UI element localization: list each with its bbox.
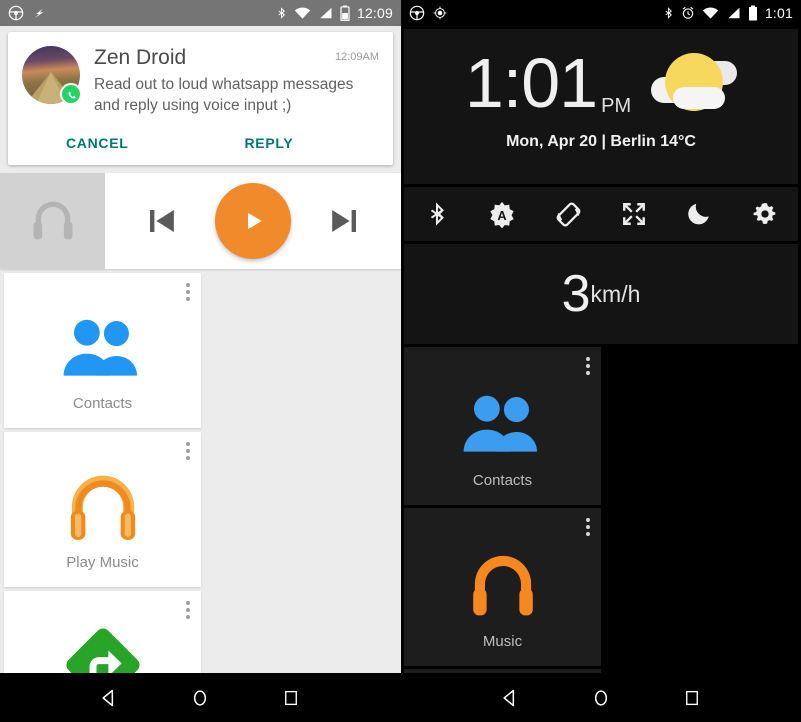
tile-overflow-menu[interactable] bbox=[186, 600, 190, 619]
cancel-button[interactable]: CANCEL bbox=[8, 135, 215, 151]
tile-overflow-menu[interactable] bbox=[186, 441, 190, 460]
bluetooth-toggle[interactable] bbox=[416, 193, 458, 235]
contacts-icon bbox=[60, 306, 146, 388]
quick-toggle-row: A bbox=[404, 187, 798, 241]
bluetooth-icon bbox=[426, 201, 448, 227]
right-nav-bar bbox=[401, 673, 801, 722]
back-button[interactable] bbox=[493, 681, 527, 715]
reply-button[interactable]: REPLY bbox=[215, 135, 394, 151]
left-status-bar-left-icons bbox=[8, 5, 45, 21]
speedometer-card: 3 km/h bbox=[404, 244, 798, 344]
previous-track-button[interactable] bbox=[139, 199, 183, 243]
steering-wheel-icon bbox=[8, 5, 24, 21]
tile-music[interactable]: Music bbox=[404, 508, 601, 666]
date-location-text: Mon, Apr 20 | Berlin 14°C bbox=[506, 133, 696, 150]
bluetooth-icon bbox=[663, 5, 674, 21]
clock-row: 1:01 PM bbox=[404, 29, 798, 119]
tile-play-music[interactable]: Play Music bbox=[4, 431, 201, 587]
signal-icon bbox=[318, 6, 333, 20]
tile-overflow-menu[interactable] bbox=[586, 357, 590, 375]
headphones-icon bbox=[57, 465, 149, 547]
tile-overflow-menu[interactable] bbox=[586, 518, 590, 536]
speed-value: 3 bbox=[561, 265, 591, 323]
notification-timestamp: 12:09AM bbox=[334, 51, 379, 63]
steering-wheel-icon bbox=[409, 5, 425, 21]
media-player-bar bbox=[0, 172, 401, 269]
battery-icon bbox=[340, 5, 350, 22]
left-status-bar-clock: 12:09 bbox=[356, 5, 393, 21]
right-panel-dark-theme: 1:01 1:01 PM Mon, Apr 20 | Berlin 14°C A… bbox=[401, 0, 801, 722]
notification-body: Zen Droid 12:09AM Read out to loud whats… bbox=[8, 32, 393, 123]
wifi-icon bbox=[702, 6, 719, 20]
tile-contacts[interactable]: Contacts bbox=[4, 272, 201, 428]
media-controls bbox=[105, 182, 401, 259]
gps-icon bbox=[433, 6, 447, 20]
rotation-toggle[interactable] bbox=[547, 193, 589, 235]
left-tile-grid: Contacts Play Music bbox=[0, 269, 401, 722]
brightness-auto-icon: A bbox=[488, 200, 516, 229]
notification-texts: Zen Droid 12:09AM Read out to loud whats… bbox=[94, 46, 379, 117]
recents-button[interactable] bbox=[675, 681, 709, 715]
panel-divider bbox=[401, 0, 402, 673]
notification-message: Read out to loud whatsapp messages and r… bbox=[94, 76, 354, 115]
night-mode-toggle[interactable] bbox=[678, 193, 720, 235]
back-button[interactable] bbox=[92, 681, 126, 715]
next-track-button[interactable] bbox=[323, 199, 367, 243]
right-status-bar-left-icons bbox=[409, 5, 447, 21]
left-status-bar-right-icons: 12:09 bbox=[276, 5, 393, 22]
left-status-bar: 12:09 bbox=[0, 0, 401, 26]
clock-time: 1:01 bbox=[464, 44, 598, 122]
right-status-bar: 1:01 bbox=[401, 0, 801, 26]
notification-header: Zen Droid 12:09AM bbox=[94, 46, 379, 69]
tile-label: Contacts bbox=[472, 472, 533, 489]
right-status-bar-right-icons: 1:01 bbox=[663, 5, 793, 21]
home-button[interactable] bbox=[183, 681, 217, 715]
fullscreen-icon bbox=[621, 201, 647, 227]
avatar bbox=[22, 46, 82, 105]
notification-app-name: Zen Droid bbox=[94, 46, 187, 69]
moon-icon bbox=[686, 201, 712, 227]
speed-unit: km/h bbox=[590, 280, 641, 307]
left-panel-light-theme: 12:09 Zen Droid 12:09AM Read out to loud… bbox=[0, 0, 401, 722]
home-button[interactable] bbox=[584, 681, 618, 715]
tile-label: Music bbox=[482, 633, 523, 650]
partly-cloudy-icon bbox=[651, 47, 738, 119]
screen-rotation-icon bbox=[555, 201, 582, 228]
notification-card[interactable]: Zen Droid 12:09AM Read out to loud whats… bbox=[8, 32, 393, 165]
settings-toggle[interactable] bbox=[744, 193, 786, 235]
tile-label: Contacts bbox=[72, 394, 133, 412]
left-nav-bar bbox=[0, 673, 401, 722]
navigation-bars bbox=[0, 673, 801, 722]
clock-display: 1:01 PM bbox=[465, 48, 631, 118]
dual-screenshot: 12:09 Zen Droid 12:09AM Read out to loud… bbox=[0, 0, 801, 722]
headphones-icon bbox=[27, 195, 79, 247]
bluetooth-icon bbox=[276, 5, 287, 21]
charging-bolt-icon bbox=[32, 6, 45, 21]
tile-overflow-menu[interactable] bbox=[186, 282, 190, 301]
play-button[interactable] bbox=[215, 182, 291, 259]
right-status-bar-clock: 1:01 bbox=[764, 5, 793, 21]
wifi-icon bbox=[294, 6, 311, 20]
battery-icon bbox=[748, 5, 758, 21]
cloud-front bbox=[673, 87, 726, 109]
headphones-icon bbox=[460, 543, 546, 625]
notification-area: Zen Droid 12:09AM Read out to loud whats… bbox=[0, 26, 401, 165]
whatsapp-badge bbox=[60, 83, 82, 105]
svg-text:A: A bbox=[498, 208, 507, 223]
fullscreen-toggle[interactable] bbox=[613, 193, 655, 235]
tile-contacts[interactable]: Contacts bbox=[404, 347, 601, 505]
notification-actions: CANCEL REPLY bbox=[8, 123, 393, 165]
right-tile-grid: Contacts Music Navigation bbox=[401, 344, 801, 722]
recents-button[interactable] bbox=[274, 681, 308, 715]
album-art-placeholder[interactable] bbox=[0, 172, 105, 269]
tile-label: Play Music bbox=[66, 553, 139, 571]
signal-icon bbox=[726, 6, 741, 20]
auto-brightness-toggle[interactable]: A bbox=[481, 193, 523, 235]
contacts-icon bbox=[460, 382, 546, 464]
alarm-icon bbox=[681, 6, 695, 20]
clock-meridiem: PM bbox=[601, 95, 632, 117]
gear-icon bbox=[752, 201, 778, 227]
clock-weather-card[interactable]: 1:01 PM Mon, Apr 20 | Berlin 14°C bbox=[404, 29, 798, 184]
